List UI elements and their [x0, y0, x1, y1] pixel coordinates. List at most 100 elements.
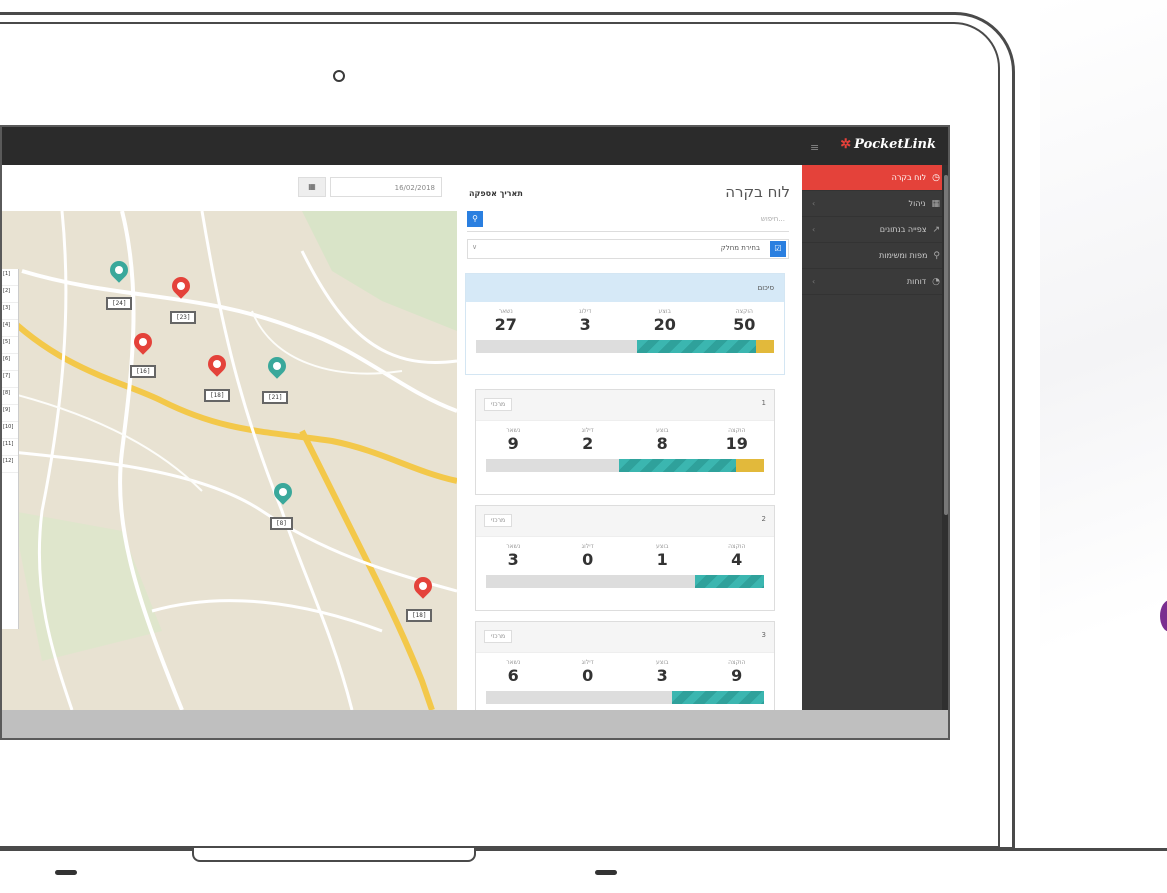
progress-done-segment [672, 691, 764, 704]
map-marker-icon[interactable] [410, 573, 436, 599]
card-stats: הוקצה 4 בוצע 1 דילוג 0 נשאר 3 [476, 537, 774, 569]
main-content: ▦ 16/02/2018 [1] [2] [3] [4] [5] [6] [7]… [2, 165, 802, 710]
legend-row[interactable]: [11] [2, 439, 18, 456]
card-tag[interactable]: מרכזי [484, 514, 513, 527]
legend-row[interactable]: [12] [2, 456, 18, 473]
calendar-icon[interactable]: ▦ [298, 177, 326, 197]
marker-label[interactable]: [8] [270, 517, 293, 530]
page-scrollbar[interactable] [942, 165, 948, 710]
map-marker-icon[interactable] [264, 353, 290, 379]
card-number: 1 [761, 399, 766, 407]
legend-row[interactable]: [9] [2, 405, 18, 422]
sidebar-item-label: לוח בקרה [891, 173, 927, 182]
marker-label[interactable]: [16] [130, 365, 157, 378]
marker-label[interactable]: [18] [204, 389, 231, 402]
legend-row[interactable]: [1] [2, 269, 18, 286]
stat-label: הוקצה [728, 543, 746, 550]
date-field[interactable]: 16/02/2018 [330, 177, 442, 197]
map-view[interactable]: [1] [2] [3] [4] [5] [6] [7] [8] [9] [10]… [2, 211, 457, 710]
stat-value: 1 [656, 550, 668, 569]
summary-card: סיכום הוקצה 50 בוצע 20 דילוג 3 נשאר 27 [465, 273, 785, 375]
legend-row[interactable]: [6] [2, 354, 18, 371]
map-marker-icon[interactable] [168, 273, 194, 299]
stat-value: 50 [733, 315, 756, 334]
stat-value: 3 [507, 550, 519, 569]
map-marker-icon[interactable] [106, 257, 132, 283]
map-pin-icon: ⚲ [933, 250, 940, 261]
marker-label[interactable]: [24] [106, 297, 133, 310]
card-number: 2 [761, 515, 766, 523]
sidebar-item-dashboard[interactable]: לוח בקרה ◷ [794, 165, 948, 191]
legend-row[interactable]: [3] [2, 303, 18, 320]
stat-assigned: הוקצה 19 [700, 427, 775, 453]
distributor-select[interactable]: ∨ בחירת מחלק ☑ [467, 239, 789, 259]
laptop-base [0, 848, 1167, 893]
stat-assigned: הוקצה 4 [700, 543, 775, 569]
legend-row[interactable]: [5] [2, 337, 18, 354]
route-card[interactable]: מרכזי 3 הוקצה 9 בוצע 3 דילוג 0 נשאר 6 [475, 621, 775, 710]
dashboard-icon: ◷ [932, 172, 940, 183]
stat-label: נשאר [506, 427, 521, 434]
legend-row[interactable]: [4] [2, 320, 18, 337]
card-header: מרכזי 3 [476, 622, 774, 653]
marker-label[interactable]: [21] [262, 391, 289, 404]
sidebar-item-label: ניהול [908, 199, 926, 208]
legend-row[interactable]: [7] [2, 371, 18, 388]
marker-dot [419, 582, 427, 590]
route-card[interactable]: מרכזי 2 הוקצה 4 בוצע 1 דילוג 0 נשאר 3 [475, 505, 775, 611]
sidebar-item-label: דוחות [906, 277, 927, 286]
card-stats: הוקצה 9 בוצע 3 דילוג 0 נשאר 6 [476, 653, 774, 685]
sidebar-item-management[interactable]: ‹ ניהול ▦ [802, 191, 948, 217]
chevron-left-icon: ‹ [812, 199, 816, 208]
card-tag[interactable]: מרכזי [484, 630, 513, 643]
card-header: מרכזי 2 [476, 506, 774, 537]
stat-value: 20 [653, 315, 676, 334]
card-tag[interactable]: מרכזי [484, 398, 513, 411]
stat-value: 6 [507, 666, 519, 685]
map-marker-icon[interactable] [204, 351, 230, 377]
stat-label: נשאר [498, 308, 513, 315]
stat-label: נשאר [506, 659, 521, 666]
stat-label: הוקצה [728, 659, 746, 666]
map-marker-icon[interactable] [270, 479, 296, 505]
stat-value: 3 [579, 315, 591, 334]
route-card[interactable]: מרכזי 1 הוקצה 19 בוצע 8 דילוג 2 נשאר 9 [475, 389, 775, 495]
stat-value: 0 [582, 550, 594, 569]
page-title: לוח בקרה [725, 183, 790, 201]
camera-icon [333, 70, 345, 82]
progress-done-segment [636, 340, 757, 353]
menu-toggle-icon[interactable]: ≡ [810, 141, 819, 154]
cards-scroll-area[interactable]: סיכום הוקצה 50 בוצע 20 דילוג 3 נשאר 27 מרכזי [465, 273, 790, 710]
map-marker-icon[interactable] [130, 329, 156, 355]
chevron-left-icon: ‹ [812, 277, 816, 286]
top-navbar: ≡ ✲ PocketLink [2, 127, 948, 165]
stat-remaining: נשאר 9 [476, 427, 551, 453]
marker-label[interactable]: [23] [170, 311, 197, 324]
stat-done: בוצע 3 [625, 659, 700, 685]
app-logo[interactable]: ✲ PocketLink [840, 137, 936, 152]
sidebar-item-data-view[interactable]: ‹ צפייה בנתונים ↗ [802, 217, 948, 243]
progress-done-segment [694, 575, 764, 588]
progress-bar [486, 575, 764, 588]
stat-label: דילוג [579, 308, 592, 315]
marker-dot [115, 266, 123, 274]
scrollbar-thumb[interactable] [944, 175, 948, 515]
legend-row[interactable]: [2] [2, 286, 18, 303]
purple-accent-shape [1160, 600, 1167, 632]
legend-row[interactable]: [8] [2, 388, 18, 405]
marker-dot [177, 282, 185, 290]
stat-value: 4 [731, 550, 743, 569]
legend-row[interactable]: [10] [2, 422, 18, 439]
card-number: 3 [761, 631, 766, 639]
logo-text: PocketLink [854, 137, 936, 152]
sidebar-item-maps[interactable]: מפות ומשימות ⚲ [802, 243, 948, 269]
stat-skipped: דילוג 0 [551, 659, 626, 685]
select-value: בחירת מחלק [720, 244, 760, 252]
marker-label[interactable]: [18] [406, 609, 433, 622]
chevron-left-icon: ‹ [812, 225, 816, 234]
sidebar-item-reports[interactable]: ‹ דוחות ◔ [802, 269, 948, 295]
map-toolbar: ▦ 16/02/2018 [2, 165, 457, 211]
search-icon[interactable]: ⚲ [467, 211, 483, 227]
search-input[interactable]: חיפוש... [761, 215, 785, 223]
select-checkbox-icon[interactable]: ☑ [770, 241, 786, 257]
